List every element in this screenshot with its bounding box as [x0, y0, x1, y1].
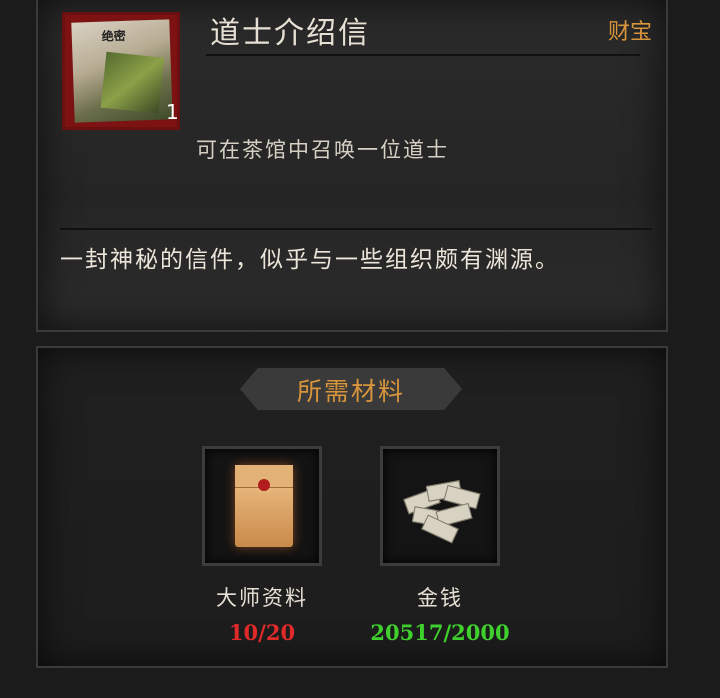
material-name-money: 金钱: [417, 586, 463, 610]
description-divider: [60, 228, 652, 230]
item-title: 道士介绍信: [210, 16, 370, 51]
material-count-money: 20517/2000: [370, 620, 510, 645]
item-effect-text: 可在茶馆中召唤一位道士: [196, 138, 449, 162]
title-divider: [206, 54, 640, 56]
card-photo: [100, 51, 165, 114]
card-secret-label: 绝密: [101, 28, 127, 44]
material-slot-money[interactable]: [380, 446, 500, 566]
envelope-icon: [235, 465, 293, 547]
top-secret-letter-icon: 绝密: [71, 19, 173, 123]
material-slot-master-data[interactable]: [202, 446, 322, 566]
requirements-title: 所需材料: [296, 377, 405, 406]
material-count-master-data: 10/20: [228, 620, 296, 645]
material-name-master-data: 大师资料: [216, 586, 308, 610]
item-category-tag: 财宝: [607, 20, 652, 45]
item-description: 一封神秘的信件，似乎与一些组织颇有渊源。: [60, 247, 560, 273]
item-count: 1: [166, 100, 179, 124]
item-icon-frame: 绝密: [62, 12, 180, 130]
